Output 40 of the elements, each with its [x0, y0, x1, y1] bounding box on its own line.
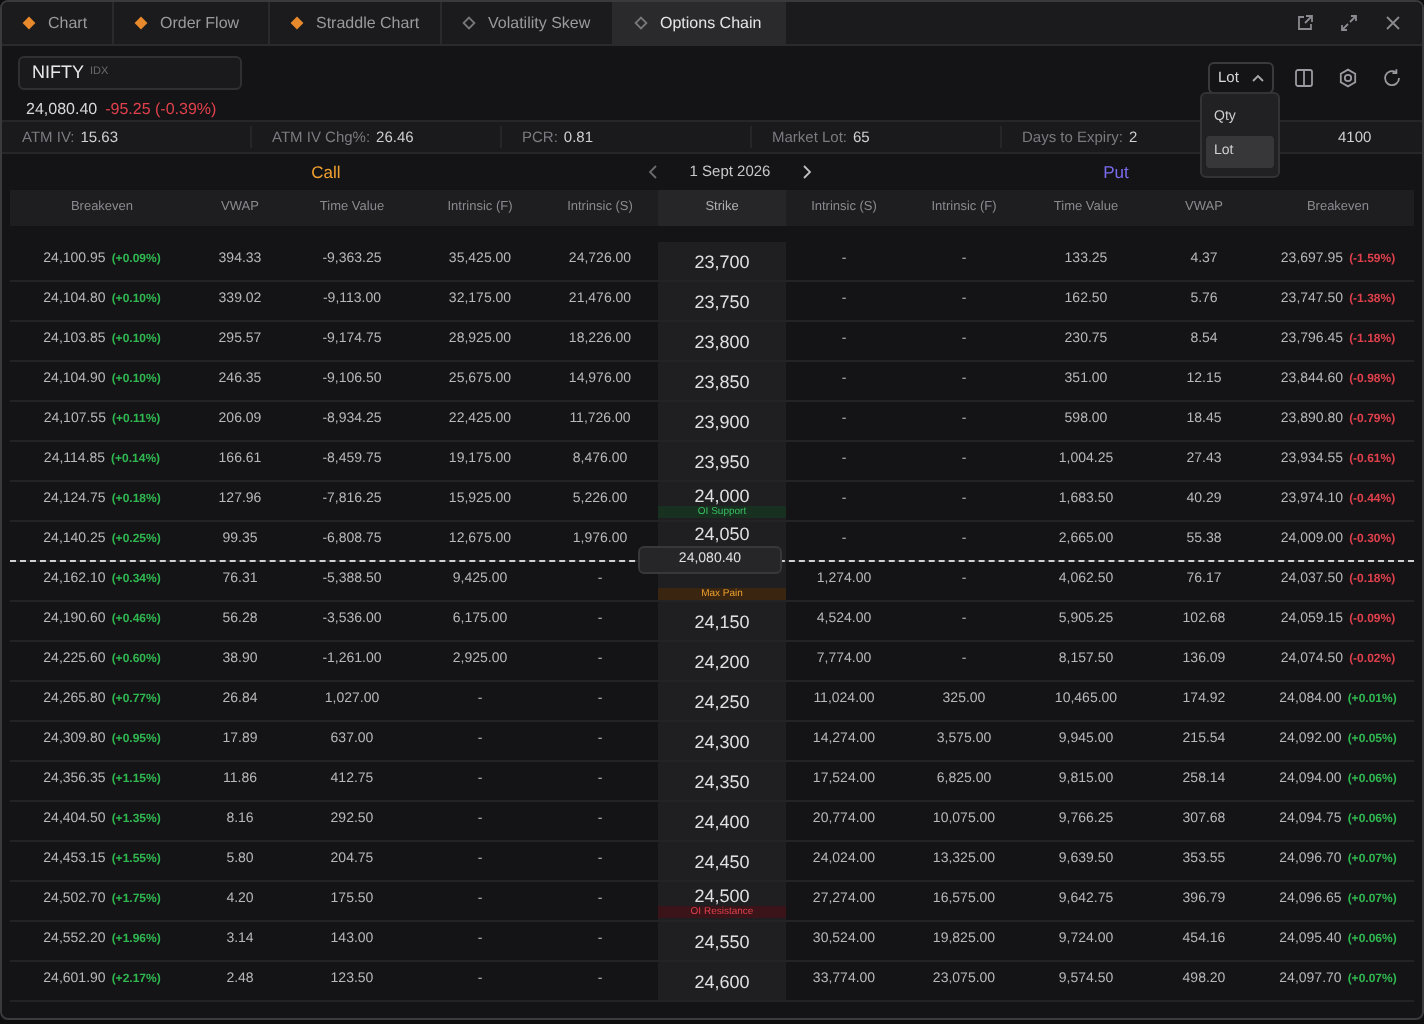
settings-icon[interactable] [1338, 68, 1358, 88]
expand-icon[interactable] [1339, 14, 1357, 32]
caret-up-icon [1252, 74, 1264, 82]
strike-price: 23,800 [694, 331, 750, 351]
tab[interactable]: Options Chain [614, 2, 786, 45]
tab[interactable]: Order Flow [114, 2, 270, 45]
diamond-icon [290, 16, 304, 30]
panel-icon[interactable] [1294, 68, 1314, 88]
strike-price: 23,850 [694, 371, 750, 391]
strike-price: 24,050 [694, 524, 750, 544]
strike-price: 24,500 [694, 885, 750, 905]
strike-price: 24,200 [694, 651, 750, 671]
diamond-icon [634, 16, 648, 30]
strike-price: 24,550 [694, 931, 750, 951]
spot-price: 24,080.40 [26, 98, 98, 122]
popout-icon[interactable] [1295, 14, 1313, 32]
diamond-icon [462, 16, 476, 30]
strike-price: 24,350 [694, 771, 750, 791]
chevron-left-icon[interactable] [647, 164, 658, 180]
close-icon[interactable] [1383, 14, 1401, 32]
diamond-icon [134, 16, 148, 30]
put-label: Put [1103, 159, 1129, 185]
strike-price: 23,950 [694, 451, 750, 471]
strike-price: 24,150 [694, 611, 750, 631]
tab[interactable]: Chart [2, 2, 114, 45]
price-change: -95.25 (-0.39%) [105, 98, 217, 122]
strike-price: 24,000 [694, 485, 750, 505]
chevron-right-icon[interactable] [802, 164, 813, 180]
diamond-icon [22, 16, 36, 30]
strike-price: 23,900 [694, 411, 750, 431]
tab[interactable]: Straddle Chart [270, 2, 442, 45]
strike-price: 24,600 [694, 971, 750, 991]
strike-price: 23,750 [694, 291, 750, 311]
refresh-icon[interactable] [1382, 68, 1402, 88]
call-label: Call [311, 159, 341, 185]
strike-price: 24,250 [694, 691, 750, 711]
strike-price: 23,700 [694, 251, 750, 271]
strike-price: 24,400 [694, 811, 750, 831]
strike-price: 24,300 [694, 731, 750, 751]
strike-price: 24,450 [694, 851, 750, 871]
